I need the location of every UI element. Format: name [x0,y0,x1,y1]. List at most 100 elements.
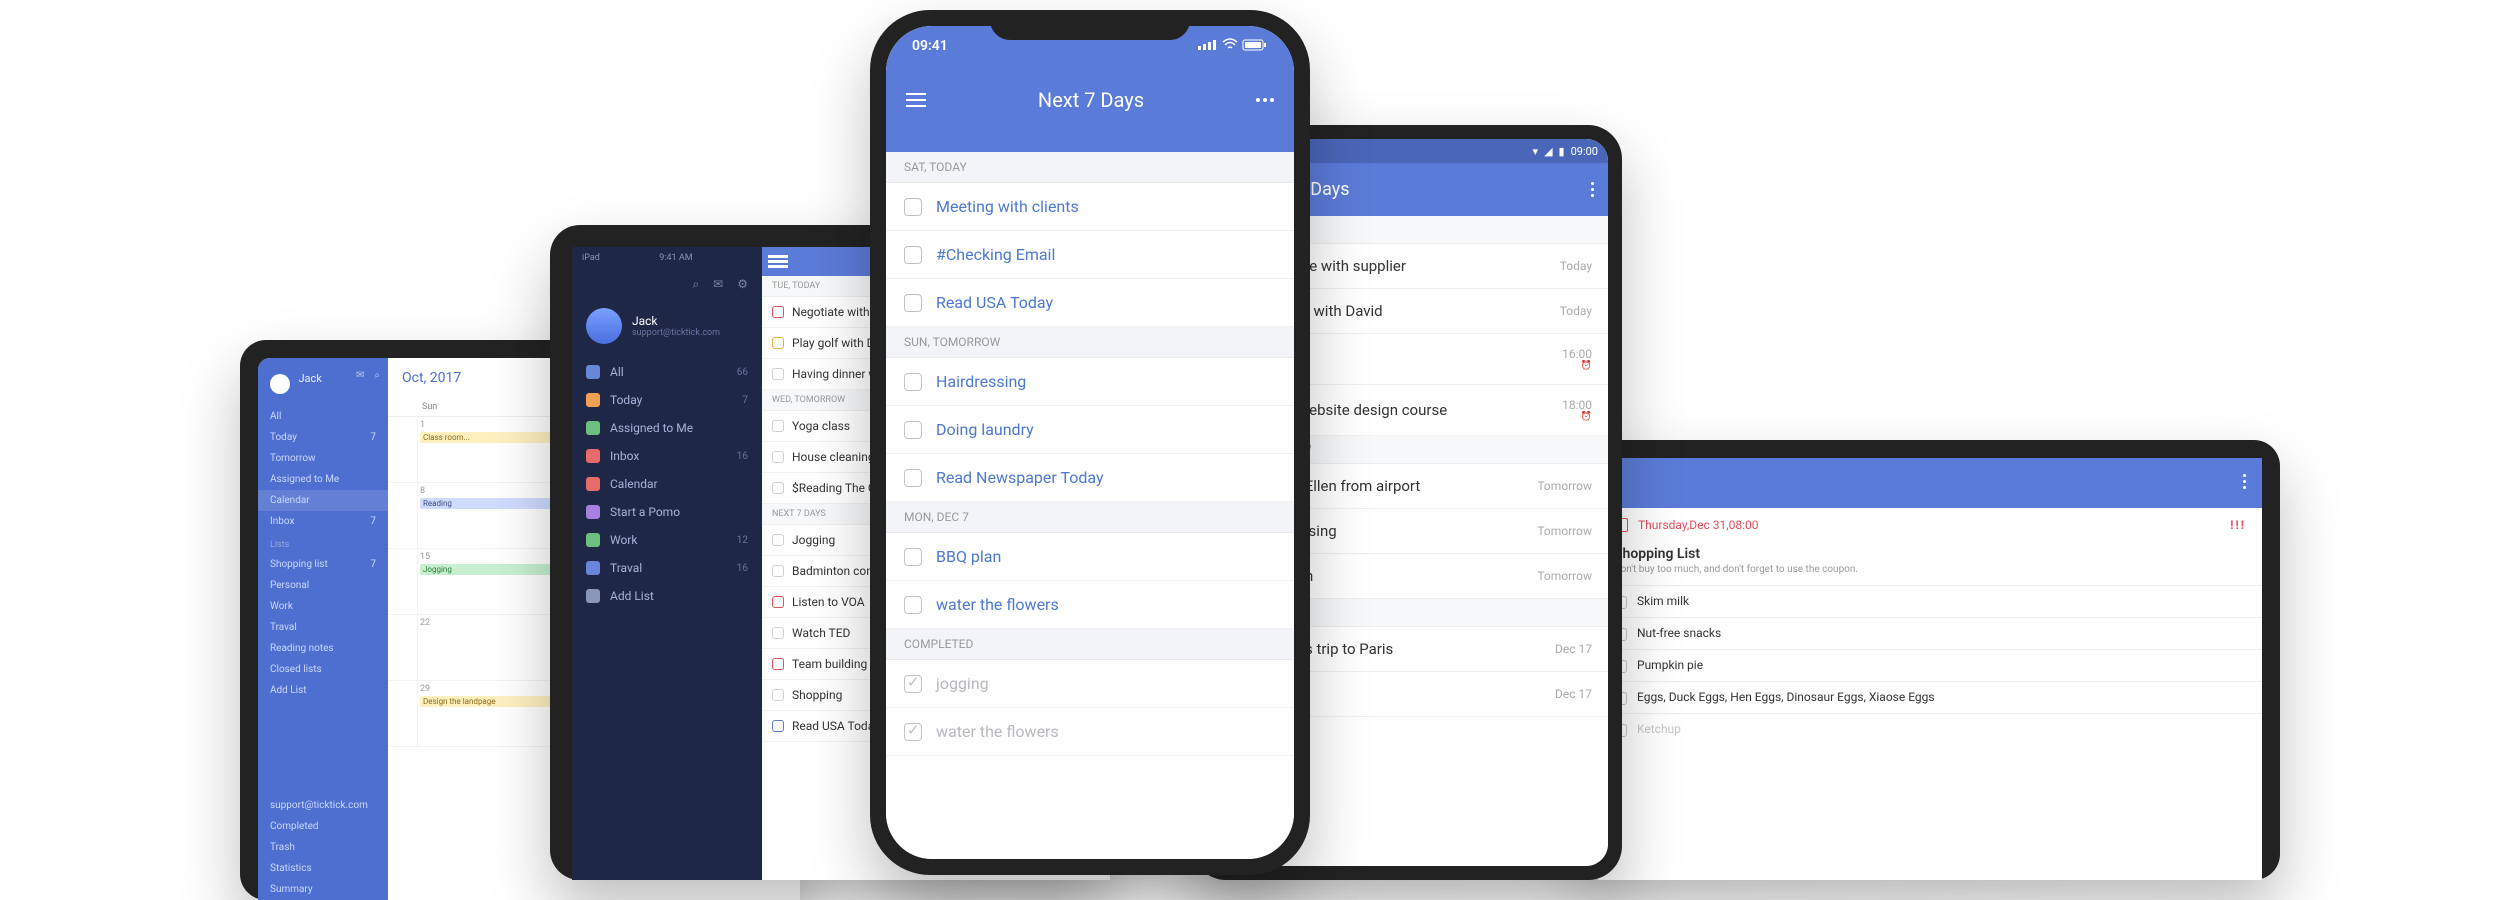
sidebar-item-calendar[interactable]: Calendar [572,470,762,498]
due-date[interactable]: Thursday,Dec 31,08:00 [1638,518,1759,532]
sidebar-footer-item[interactable]: support@ticktick.com [258,795,388,816]
checkbox[interactable] [904,373,922,391]
search-icon[interactable]: ⌕ [374,370,380,381]
checkbox[interactable] [772,337,784,349]
list-item[interactable]: Shopping list7 [258,554,388,575]
checkbox[interactable] [904,548,922,566]
checkbox[interactable] [904,198,922,216]
sidebar-item-tomorrow[interactable]: Tomorrow [258,448,388,469]
task-title: Watch TED [792,626,850,640]
ipad-time: 9:41 AM [659,253,692,263]
search-icon[interactable]: ⌕ [692,277,699,292]
checkbox[interactable] [904,294,922,312]
checkbox[interactable] [904,596,922,614]
task-row[interactable]: water the flowers [886,708,1294,756]
sidebar-item-today[interactable]: Today7 [258,427,388,448]
sidebar-item-add-list[interactable]: Add List [572,582,762,610]
checkbox[interactable] [772,451,784,463]
task-title: water the flowers [936,595,1059,614]
checklist-item[interactable]: Pumpkin pie [1598,649,2262,681]
checkbox[interactable] [772,658,784,670]
checkbox[interactable] [772,689,784,701]
more-icon[interactable] [1256,98,1274,102]
checkbox[interactable] [772,720,784,732]
list-item[interactable]: Personal [258,575,388,596]
checkbox-checked[interactable] [904,723,922,741]
list-item[interactable]: Closed lists [258,659,388,680]
task-title: #Checking Email [936,245,1055,264]
task-title: Read Newspaper Today [936,468,1104,487]
sidebar-footer-item[interactable]: Statistics [258,858,388,879]
more-icon[interactable] [1591,182,1594,197]
sidebar-item-start-a-pomo[interactable]: Start a Pomo [572,498,762,526]
sidebar-item-all[interactable]: All66 [572,358,762,386]
task-row[interactable]: Read Newspaper Today [886,454,1294,502]
list-item[interactable]: Add List [258,680,388,701]
task-row[interactable]: water the flowers [886,581,1294,629]
checkbox[interactable] [904,469,922,487]
avatar[interactable] [586,308,622,344]
checklist-item[interactable]: Ketchup [1598,713,2262,745]
priority-badge[interactable]: !!! [2230,518,2246,532]
sidebar-footer-item[interactable]: Completed [258,816,388,837]
task-row[interactable]: BBQ plan [886,533,1294,581]
checklist-item[interactable]: Nut-free snacks [1598,617,2262,649]
sidebar-item-work[interactable]: Work12 [572,526,762,554]
mail-icon[interactable]: ✉ [356,370,364,381]
note-title[interactable]: Shopping List [1598,542,2262,564]
sidebar-item-inbox[interactable]: Inbox7 [258,511,388,532]
checkbox[interactable] [772,306,784,318]
checkbox[interactable] [772,565,784,577]
checkbox[interactable] [772,534,784,546]
task-row[interactable]: #Checking Email [886,231,1294,279]
task-row[interactable]: jogging [886,660,1294,708]
sidebar-footer-item[interactable]: Summary [258,879,388,900]
user-name: Jack [298,372,321,385]
list-item[interactable]: Traval [258,617,388,638]
sidebar-item-calendar[interactable]: Calendar [258,490,388,511]
task-title: Shopping [792,688,842,702]
sidebar-item-inbox[interactable]: Inbox16 [572,442,762,470]
checklist-item[interactable]: Skim milk [1598,585,2262,617]
checkbox[interactable] [772,482,784,494]
lists-header: Lists [258,532,388,554]
sidebar-item-assigned-to-me[interactable]: Assigned to Me [572,414,762,442]
status-time: 09:41 [912,38,948,54]
checklist-item[interactable]: Eggs, Duck Eggs, Hen Eggs, Dinosaur Eggs… [1598,681,2262,713]
section-header: MON, DEC 7 [886,502,1294,533]
task-title: Team building [792,657,867,671]
task-title: jogging [936,674,989,693]
list-item[interactable]: Work [258,596,388,617]
task-row[interactable]: Read USA Today [886,279,1294,327]
menu-icon[interactable] [906,93,926,107]
sidebar-item-today[interactable]: Today7 [572,386,762,414]
task-title: Hairdressing [936,372,1026,391]
checklist-text: Ketchup [1637,722,1681,736]
note-subtitle[interactable]: Don't buy too much, and don't forget to … [1598,564,2262,585]
checkbox[interactable] [772,596,784,608]
checkbox-checked[interactable] [904,675,922,693]
checkbox[interactable] [772,420,784,432]
gear-icon[interactable]: ⚙ [737,277,748,292]
avatar[interactable] [270,374,290,394]
task-title: Read USA Today [936,293,1053,312]
task-title: Doing laundry [936,420,1034,439]
more-icon[interactable] [2243,474,2246,489]
sidebar-item-all[interactable]: All [258,406,388,427]
list-item[interactable]: Reading notes [258,638,388,659]
checkbox[interactable] [904,246,922,264]
checkbox[interactable] [772,368,784,380]
task-row[interactable]: Hairdressing [886,358,1294,406]
task-row[interactable]: Meeting with clients [886,183,1294,231]
checklist-text: Nut-free snacks [1637,626,1721,640]
sidebar-item-assigned-to-me[interactable]: Assigned to Me [258,469,388,490]
sidebar-item-traval[interactable]: Traval16 [572,554,762,582]
section-header: COMPLETED [886,629,1294,660]
iphone-device: 09:41 Next 7 Days SAT, TODAYMeeting with… [870,10,1310,875]
mail-icon[interactable]: ✉ [713,277,723,292]
detail-toolbar [1598,458,2262,508]
sidebar-footer-item[interactable]: Trash [258,837,388,858]
task-row[interactable]: Doing laundry [886,406,1294,454]
checkbox[interactable] [904,421,922,439]
checkbox[interactable] [772,627,784,639]
